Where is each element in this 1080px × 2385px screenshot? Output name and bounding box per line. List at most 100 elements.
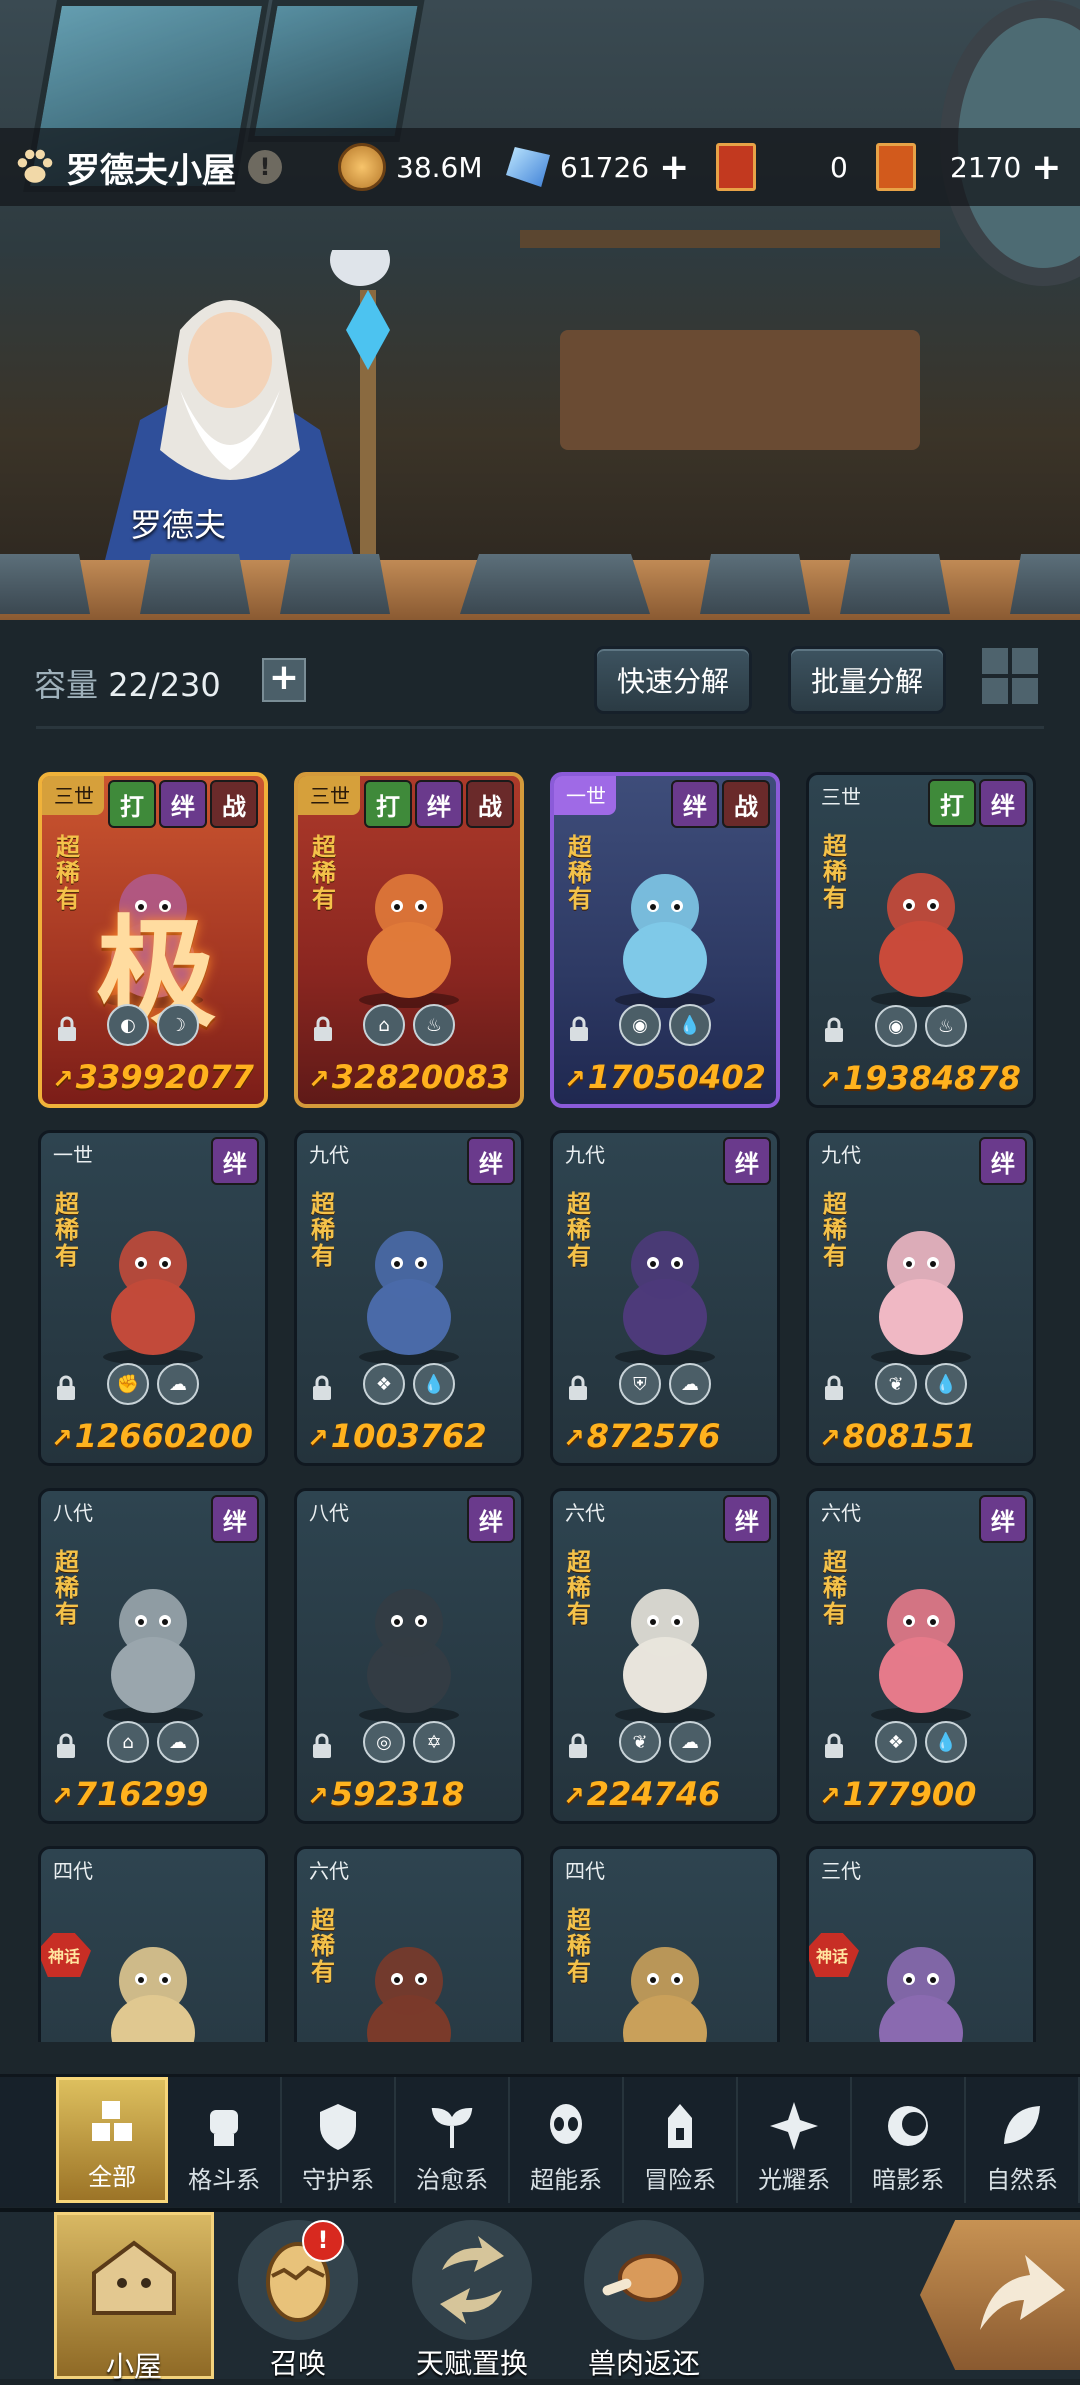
tag-badge: 绊 <box>979 779 1027 827</box>
category-label: 守护系 <box>302 2166 375 2194</box>
nav-item[interactable]: 天赋置换 <box>392 2212 552 2380</box>
rarity-label: 超稀有 <box>567 1548 591 1628</box>
power-number: 19384878 <box>842 1059 1021 1097</box>
tag-badge: 战 <box>466 780 514 828</box>
capacity-value: 22/230 <box>108 666 221 704</box>
tag-badges: 绊 <box>467 1137 515 1185</box>
pet-card[interactable]: 九代 绊超稀有 ❖ 💧 ↗1003762 <box>294 1130 524 1466</box>
info-icon[interactable]: ! <box>248 150 282 184</box>
pet-card[interactable]: 六代 绊超稀有 ❦ ☁ ↗224746 <box>550 1488 780 1824</box>
pet-card[interactable]: 三世打绊战超稀有 ⌂ ♨ ↗32820083 <box>294 772 524 1108</box>
rarity-label: 超稀有 <box>56 833 80 913</box>
pet-card[interactable]: 六代 超稀有 <box>294 1846 524 2042</box>
rarity-label: 超稀有 <box>55 1548 79 1628</box>
add-crystal-button[interactable]: + <box>659 147 689 188</box>
element-icon: ☁ <box>669 1721 711 1763</box>
currency-value: 2170 <box>950 150 1022 184</box>
wizard-npc[interactable] <box>60 250 420 580</box>
category-tab[interactable]: 格斗系 <box>168 2077 283 2203</box>
power-value: ↗808151 <box>819 1417 976 1455</box>
pet-creature-image <box>103 1589 203 1723</box>
add-ticket-button[interactable]: + <box>1031 147 1061 188</box>
tag-badge: 绊 <box>723 1137 771 1185</box>
pet-creature-image <box>103 1231 203 1365</box>
generation-label: 六代 <box>309 1859 349 1883</box>
pet-card[interactable]: 九代 绊超稀有 ⛨ ☁ ↗872576 <box>550 1130 780 1466</box>
pet-card[interactable]: 九代 绊超稀有 ❦ 💧 ↗808151 <box>806 1130 1036 1466</box>
nav-label: 小屋 <box>105 2350 162 2383</box>
pet-creature-image <box>615 1589 715 1723</box>
hut-scene: 罗德夫 <box>0 0 1080 620</box>
tag-badge: 绊 <box>979 1137 1027 1185</box>
pet-creature-image <box>871 1231 971 1365</box>
power-number: 33992077 <box>75 1058 254 1096</box>
all-blocks-icon <box>84 2095 140 2151</box>
element-icons: ◉ ♨ <box>809 1005 1033 1047</box>
power-number: 32820083 <box>331 1058 510 1096</box>
power-icon: ↗ <box>819 1424 841 1454</box>
category-tab[interactable]: 光耀系 <box>738 2077 853 2203</box>
leaf-icon <box>994 2098 1050 2154</box>
category-label: 格斗系 <box>188 2166 261 2194</box>
pet-card[interactable]: 四代 神话 <box>38 1846 268 2042</box>
pet-card[interactable]: 八代 绊 ◎ ✡ ↗592318 <box>294 1488 524 1824</box>
pet-creature-image <box>111 1947 195 2042</box>
alert-mark: ! <box>317 2226 329 2254</box>
rarity-label: 超稀有 <box>823 832 847 912</box>
shield-icon <box>310 2098 366 2154</box>
meat-icon <box>584 2220 704 2340</box>
quick-decompose-button[interactable]: 快速分解 <box>594 646 752 714</box>
category-tab[interactable]: 守护系 <box>282 2077 397 2203</box>
element-icon: ☁ <box>157 1363 199 1405</box>
skylight-window <box>247 0 425 142</box>
generation-label: 八代 <box>309 1501 349 1525</box>
power-icon: ↗ <box>52 1065 74 1095</box>
pet-card[interactable]: 一世 绊超稀有 ✊ ☁ ↗12660200 <box>38 1130 268 1466</box>
pet-creature-image <box>871 873 971 1007</box>
pet-card[interactable]: 一世 绊战超稀有 ◉ 💧 ↗17050402 <box>550 772 780 1108</box>
element-icons: ◎ ✡ <box>297 1721 521 1763</box>
pet-card[interactable]: 三世 打绊超稀有 ◉ ♨ ↗19384878 <box>806 772 1036 1108</box>
category-tab[interactable]: 全部 <box>56 2077 169 2203</box>
currency-ticket-red: 0 <box>716 143 848 191</box>
tag-badge: 绊 <box>723 1495 771 1543</box>
grid-view-icon[interactable] <box>982 648 1038 704</box>
tag-badges: 打绊战 <box>364 780 514 828</box>
currency-crystal: 61726 + <box>506 147 689 188</box>
power-icon: ↗ <box>307 1424 329 1454</box>
category-tab[interactable]: 自然系 <box>966 2077 1080 2203</box>
study-desk <box>560 330 920 450</box>
power-icon: ↗ <box>563 1424 585 1454</box>
pet-creature-image <box>615 1231 715 1365</box>
tag-badge: 绊 <box>159 780 207 828</box>
power-icon: ↗ <box>563 1782 585 1812</box>
nav-item[interactable]: 召唤! <box>218 2211 378 2380</box>
tag-badges: 绊 <box>211 1495 259 1543</box>
pet-card[interactable]: 三世打绊战超稀有极 ◐ ☽ ↗33992077 <box>38 772 268 1108</box>
generation-label: 六代 <box>565 1501 605 1525</box>
power-value: ↗19384878 <box>819 1059 1021 1097</box>
currency-value: 0 <box>830 150 848 184</box>
add-capacity-button[interactable]: + <box>262 658 306 702</box>
element-icon: ♨ <box>413 1004 455 1046</box>
currency-ticket-orange: 2170 + <box>876 143 1061 191</box>
element-icons: ❦ ☁ <box>553 1721 777 1763</box>
pet-card[interactable]: 三代 神话 <box>806 1846 1036 2042</box>
category-tab[interactable]: 冒险系 <box>624 2077 739 2203</box>
nav-item[interactable]: 兽肉返还 <box>564 2212 724 2380</box>
tag-badge: 绊 <box>211 1495 259 1543</box>
category-tab[interactable]: 治愈系 <box>396 2077 511 2203</box>
pet-card[interactable]: 四代 超稀有 <box>550 1846 780 2042</box>
batch-decompose-button[interactable]: 批量分解 <box>788 646 946 714</box>
pet-creature-image <box>359 1589 459 1723</box>
pet-card[interactable]: 六代 绊超稀有 ❖ 💧 ↗177900 <box>806 1488 1036 1824</box>
tag-badge: 战 <box>210 780 258 828</box>
category-tab[interactable]: 超能系 <box>510 2077 625 2203</box>
star-compass-icon <box>766 2098 822 2154</box>
element-icons: ⛨ ☁ <box>553 1363 777 1405</box>
element-icons: ❖ 💧 <box>297 1363 521 1405</box>
nav-item[interactable]: 小屋 <box>54 2212 214 2383</box>
category-tab[interactable]: 暗影系 <box>852 2077 967 2203</box>
power-value: ↗1003762 <box>307 1417 487 1455</box>
pet-card[interactable]: 八代 绊超稀有 ⌂ ☁ ↗716299 <box>38 1488 268 1824</box>
